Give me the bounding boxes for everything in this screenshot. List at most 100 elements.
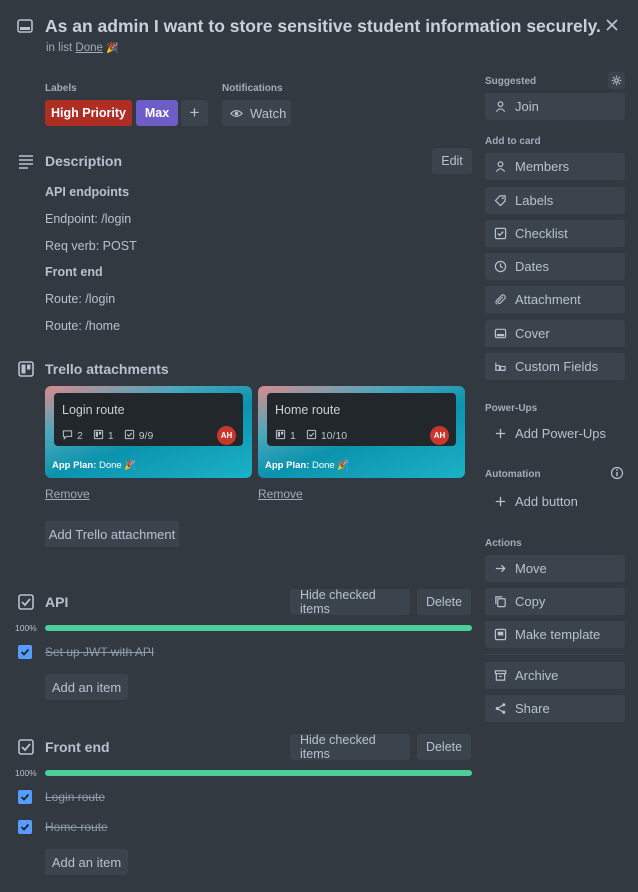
- attachment-card-login[interactable]: Login route 2 1 9/9 AH App Plan: Done 🎉: [45, 386, 252, 478]
- add-power-ups-label: Add Power-Ups: [515, 426, 607, 441]
- comment-icon: [62, 429, 73, 443]
- automation-heading: Automation: [485, 469, 541, 480]
- avatar[interactable]: AH: [217, 426, 236, 445]
- attachment-card-body: Home route 1 10/10 AH: [267, 393, 456, 446]
- checkbox[interactable]: [18, 645, 32, 659]
- close-icon[interactable]: [603, 16, 621, 34]
- share-label: Share: [515, 701, 550, 716]
- power-ups-heading: Power-Ups: [485, 403, 538, 414]
- labels-button[interactable]: Labels: [485, 187, 625, 214]
- dates-label: Dates: [515, 259, 549, 274]
- join-button[interactable]: Join: [485, 93, 625, 120]
- members-button[interactable]: Members: [485, 153, 625, 180]
- attachment-plan: App Plan: Done 🎉: [265, 460, 349, 471]
- checklist-item[interactable]: Home route: [45, 820, 108, 834]
- checklist-title[interactable]: Front end: [45, 739, 110, 755]
- in-list-prefix: in list: [46, 42, 73, 54]
- card-title[interactable]: As an admin I want to store sensitive st…: [45, 16, 601, 37]
- custom-fields-button[interactable]: Custom Fields: [485, 353, 625, 380]
- checklist-count: 10/10: [320, 430, 348, 442]
- attachment-card-home[interactable]: Home route 1 10/10 AH App Plan: Done 🎉: [258, 386, 465, 478]
- attachment-card-badges: 1 10/10: [275, 429, 347, 443]
- info-icon[interactable]: [610, 466, 624, 480]
- checklist-icon: [17, 738, 35, 756]
- share-button[interactable]: Share: [485, 695, 625, 722]
- plus-icon: [493, 495, 507, 509]
- archive-button[interactable]: Archive: [485, 662, 625, 689]
- cover-label: Cover: [515, 326, 550, 341]
- cover-button[interactable]: Cover: [485, 320, 625, 347]
- hide-checked-items-button[interactable]: Hide checked items: [290, 733, 410, 761]
- attachment-card-badges: 2 1 9/9: [62, 429, 153, 443]
- delete-checklist-button[interactable]: Delete: [417, 589, 471, 615]
- plan-label: App Plan:: [52, 460, 97, 471]
- checklist-item[interactable]: Login route: [45, 790, 105, 804]
- tag-icon: [493, 194, 507, 208]
- add-item-button[interactable]: Add an item: [45, 849, 128, 875]
- hide-checked-items-button[interactable]: Hide checked items: [290, 588, 410, 616]
- person-icon: [493, 100, 507, 114]
- custom-fields-label: Custom Fields: [515, 359, 599, 374]
- make-template-label: Make template: [515, 627, 601, 642]
- checklist-title[interactable]: API: [45, 594, 68, 610]
- add-power-ups-button[interactable]: Add Power-Ups: [485, 420, 625, 447]
- checklist-button[interactable]: Checklist: [485, 220, 625, 247]
- add-to-card-heading: Add to card: [485, 136, 541, 147]
- add-item-button[interactable]: Add an item: [45, 674, 128, 700]
- plan-value: Done 🎉: [98, 460, 137, 471]
- move-button[interactable]: Move: [485, 555, 625, 582]
- dates-button[interactable]: Dates: [485, 253, 625, 280]
- delete-checklist-button[interactable]: Delete: [417, 734, 471, 760]
- add-button-label: Add button: [515, 494, 578, 509]
- avatar[interactable]: AH: [430, 426, 449, 445]
- checklist-icon: [124, 429, 135, 443]
- suggested-heading: Suggested: [485, 76, 537, 87]
- attachment-button[interactable]: Attachment: [485, 286, 625, 313]
- watch-button[interactable]: Watch: [222, 100, 291, 126]
- plan-label: App Plan:: [265, 460, 310, 471]
- label-max[interactable]: Max: [136, 100, 178, 126]
- archive-icon: [493, 669, 507, 683]
- description-line: Route: /login: [45, 292, 116, 306]
- checklist-item[interactable]: Set up JWT with API: [45, 645, 154, 659]
- clock-icon: [493, 260, 507, 274]
- members-label: Members: [515, 159, 570, 174]
- trello-card-icon: [93, 429, 104, 443]
- add-label-button[interactable]: +: [181, 100, 208, 126]
- attachment-count: 1: [107, 430, 114, 442]
- remove-attachment-link[interactable]: Remove: [45, 487, 90, 501]
- add-automation-button[interactable]: Add button: [485, 488, 625, 515]
- checkbox[interactable]: [18, 820, 32, 834]
- labels-heading: Labels: [45, 83, 77, 94]
- attachments-heading: Trello attachments: [45, 361, 169, 377]
- label-high-priority[interactable]: High Priority: [45, 100, 132, 126]
- attachment-card-title: Home route: [275, 403, 341, 417]
- trello-card-icon: [275, 429, 286, 443]
- copy-label: Copy: [515, 594, 546, 609]
- description-line: Endpoint: /login: [45, 212, 132, 226]
- attachment-card-body: Login route 2 1 9/9 AH: [54, 393, 243, 446]
- copy-button[interactable]: Copy: [485, 588, 625, 615]
- labels-label: Labels: [515, 193, 554, 208]
- paperclip-icon: [493, 293, 507, 307]
- make-template-button[interactable]: Make template: [485, 621, 625, 648]
- checklist-progress-fill: [45, 770, 472, 776]
- copy-icon: [493, 595, 507, 609]
- description-heading: Description: [45, 153, 123, 169]
- checkbox[interactable]: [18, 790, 32, 804]
- checklist-icon: [306, 429, 317, 443]
- add-trello-attachment-button[interactable]: Add Trello attachment: [45, 521, 179, 547]
- actions-heading: Actions: [485, 538, 522, 549]
- join-label: Join: [515, 99, 539, 114]
- description-line: Req verb: POST: [45, 239, 137, 253]
- list-emoji: 🎉: [106, 43, 119, 54]
- checklist-percent: 100%: [15, 623, 37, 633]
- remove-attachment-link[interactable]: Remove: [258, 487, 303, 501]
- attachment-card-title: Login route: [62, 403, 125, 417]
- notifications-heading: Notifications: [222, 83, 283, 94]
- gear-icon[interactable]: [608, 72, 625, 89]
- list-link[interactable]: Done: [75, 42, 103, 54]
- checklist-icon: [493, 227, 507, 241]
- edit-description-button[interactable]: Edit: [432, 148, 472, 174]
- share-icon: [493, 702, 507, 716]
